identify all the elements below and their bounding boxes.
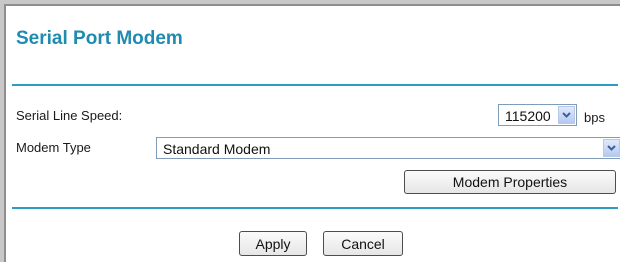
cancel-button[interactable]: Cancel — [323, 231, 403, 256]
speed-unit-label: bps — [584, 110, 605, 125]
settings-panel: Serial Port Modem Serial Line Speed: 115… — [4, 4, 620, 262]
apply-button[interactable]: Apply — [239, 231, 307, 256]
divider-bottom — [12, 207, 618, 209]
modem-type-label: Modem Type — [16, 140, 91, 155]
modem-type-select[interactable]: Standard Modem — [156, 137, 620, 159]
serial-line-speed-label: Serial Line Speed: — [16, 108, 123, 123]
chevron-down-icon[interactable] — [558, 106, 575, 124]
serial-line-speed-value: 115200 — [505, 108, 551, 124]
divider-top — [12, 84, 618, 86]
serial-line-speed-select[interactable]: 115200 — [498, 104, 577, 126]
page-title: Serial Port Modem — [16, 28, 183, 49]
modem-type-value: Standard Modem — [163, 141, 271, 157]
modem-properties-button[interactable]: Modem Properties — [404, 170, 616, 194]
chevron-down-icon[interactable] — [603, 139, 620, 157]
